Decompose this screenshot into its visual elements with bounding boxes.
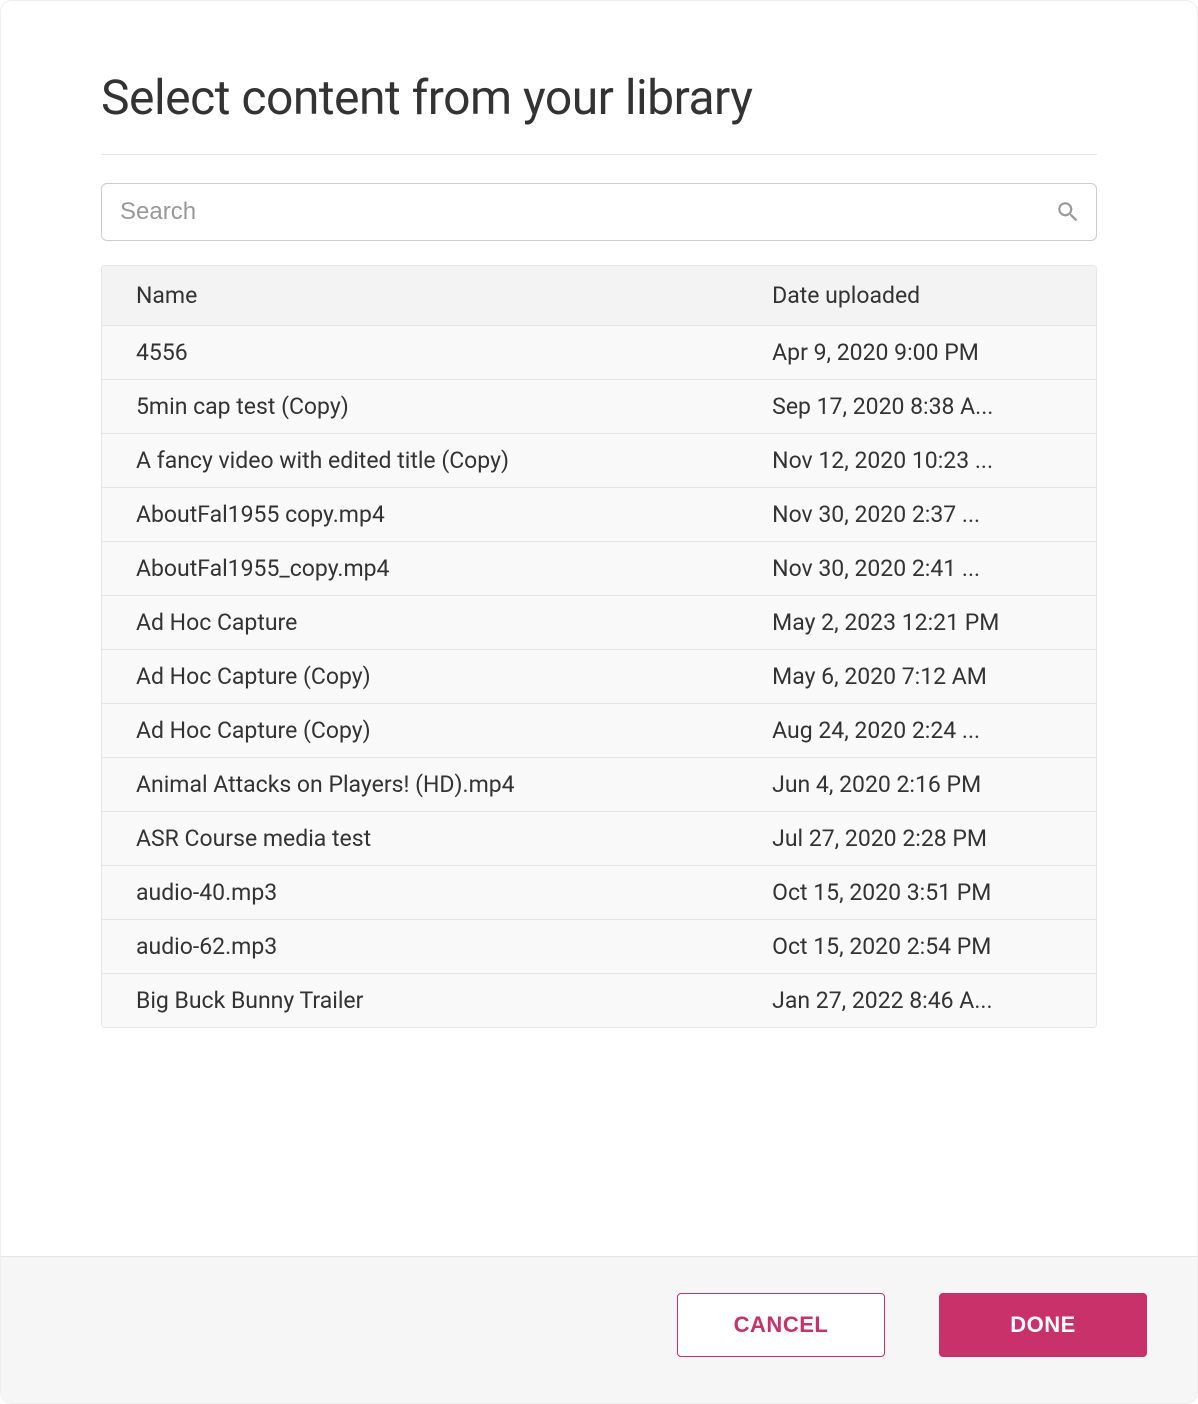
cell-date: Sep 17, 2020 8:38 A... (738, 380, 1096, 434)
cell-name: AboutFal1955_copy.mp4 (102, 542, 738, 596)
table-row[interactable]: 5min cap test (Copy)Sep 17, 2020 8:38 A.… (102, 380, 1096, 434)
search-wrapper (101, 183, 1097, 241)
cell-name: Animal Attacks on Players! (HD).mp4 (102, 758, 738, 812)
table-row[interactable]: Animal Attacks on Players! (HD).mp4Jun 4… (102, 758, 1096, 812)
table-row[interactable]: audio-62.mp3Oct 15, 2020 2:54 PM (102, 920, 1096, 974)
cell-name: Ad Hoc Capture (102, 596, 738, 650)
cell-date: May 2, 2023 12:21 PM (738, 596, 1096, 650)
cell-date: Nov 30, 2020 2:37 ... (738, 488, 1096, 542)
cell-name: ASR Course media test (102, 812, 738, 866)
search-input[interactable] (101, 183, 1097, 241)
table-row[interactable]: audio-40.mp3Oct 15, 2020 3:51 PM (102, 866, 1096, 920)
table-row[interactable]: Ad Hoc Capture (Copy)May 6, 2020 7:12 AM (102, 650, 1096, 704)
table-row[interactable]: Ad Hoc CaptureMay 2, 2023 12:21 PM (102, 596, 1096, 650)
cell-date: Nov 30, 2020 2:41 ... (738, 542, 1096, 596)
cell-date: May 6, 2020 7:12 AM (738, 650, 1096, 704)
cell-date: Jan 27, 2022 8:46 A... (738, 974, 1096, 1028)
table-row[interactable]: ASR Course media testJul 27, 2020 2:28 P… (102, 812, 1096, 866)
select-content-modal: Select content from your library Name Da… (0, 0, 1198, 1404)
cell-name: Ad Hoc Capture (Copy) (102, 650, 738, 704)
cell-date: Apr 9, 2020 9:00 PM (738, 326, 1096, 380)
cell-date: Aug 24, 2020 2:24 ... (738, 704, 1096, 758)
table-row[interactable]: Big Buck Bunny TrailerJan 27, 2022 8:46 … (102, 974, 1096, 1028)
cell-date: Nov 12, 2020 10:23 ... (738, 434, 1096, 488)
search-icon[interactable] (1055, 199, 1081, 225)
table-row[interactable]: AboutFal1955 copy.mp4Nov 30, 2020 2:37 .… (102, 488, 1096, 542)
column-header-date[interactable]: Date uploaded (738, 266, 1096, 326)
modal-title: Select content from your library (101, 69, 1097, 126)
table-header-row: Name Date uploaded (102, 266, 1096, 326)
cell-date: Jul 27, 2020 2:28 PM (738, 812, 1096, 866)
column-header-name[interactable]: Name (102, 266, 738, 326)
divider (101, 154, 1097, 155)
content-table-container: Name Date uploaded 4556Apr 9, 2020 9:00 … (101, 265, 1097, 1028)
cell-name: AboutFal1955 copy.mp4 (102, 488, 738, 542)
table-row[interactable]: Ad Hoc Capture (Copy)Aug 24, 2020 2:24 .… (102, 704, 1096, 758)
table-row[interactable]: A fancy video with edited title (Copy)No… (102, 434, 1096, 488)
modal-body: Select content from your library Name Da… (1, 1, 1197, 1256)
table-row[interactable]: 4556Apr 9, 2020 9:00 PM (102, 326, 1096, 380)
cell-name: A fancy video with edited title (Copy) (102, 434, 738, 488)
table-row[interactable]: AboutFal1955_copy.mp4Nov 30, 2020 2:41 .… (102, 542, 1096, 596)
modal-footer: CANCEL DONE (1, 1256, 1197, 1403)
content-table: Name Date uploaded 4556Apr 9, 2020 9:00 … (102, 266, 1096, 1027)
cell-date: Jun 4, 2020 2:16 PM (738, 758, 1096, 812)
cell-date: Oct 15, 2020 3:51 PM (738, 866, 1096, 920)
cell-name: Ad Hoc Capture (Copy) (102, 704, 738, 758)
cell-date: Oct 15, 2020 2:54 PM (738, 920, 1096, 974)
cell-name: audio-40.mp3 (102, 866, 738, 920)
cell-name: audio-62.mp3 (102, 920, 738, 974)
cell-name: 5min cap test (Copy) (102, 380, 738, 434)
done-button[interactable]: DONE (939, 1293, 1147, 1357)
cell-name: 4556 (102, 326, 738, 380)
cell-name: Big Buck Bunny Trailer (102, 974, 738, 1028)
cancel-button[interactable]: CANCEL (677, 1293, 885, 1357)
